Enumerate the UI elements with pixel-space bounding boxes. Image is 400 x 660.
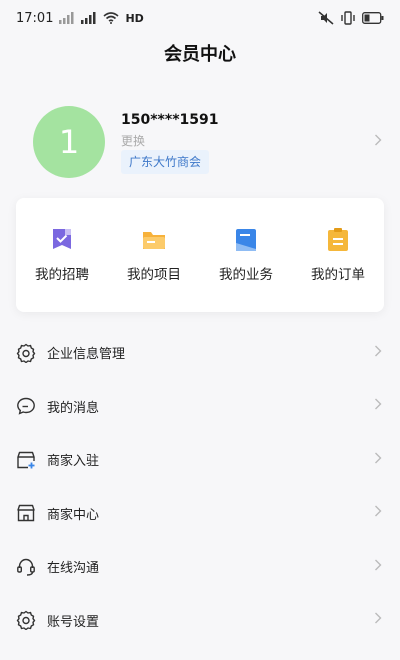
chevron-right-icon	[374, 612, 382, 628]
recruit-icon	[49, 227, 75, 253]
quick-action-label: 我的招聘	[35, 267, 89, 283]
signal-icon-2	[81, 12, 97, 24]
org-badge: 广东大竹商会	[121, 150, 210, 174]
vibrate-icon	[340, 11, 356, 25]
menu-item-label: 商家入驻	[47, 454, 100, 470]
mute-icon	[318, 11, 334, 25]
quick-action-label: 我的订单	[311, 267, 365, 283]
change-link[interactable]: 更换	[121, 132, 145, 149]
message-icon	[16, 396, 36, 416]
settings-icon	[16, 610, 36, 631]
folder-icon	[141, 227, 167, 253]
menu-item-label: 账号设置	[47, 614, 100, 630]
menu-item-online-chat[interactable]: 在线沟通	[0, 540, 400, 594]
menu-item-account-settings[interactable]: 账号设置	[0, 594, 400, 648]
gear-icon	[16, 343, 36, 363]
quick-action-recruit[interactable]: 我的招聘	[17, 227, 107, 283]
menu-item-label: 我的消息	[47, 400, 100, 416]
business-icon	[233, 227, 259, 253]
chevron-right-icon	[374, 345, 382, 361]
quick-action-business[interactable]: 我的业务	[201, 227, 291, 283]
signal-icon	[59, 12, 75, 24]
chevron-right-icon	[374, 134, 382, 150]
quick-action-label: 我的项目	[127, 267, 181, 283]
menu-item-merchant-join[interactable]: 商家入驻	[0, 433, 400, 487]
order-icon	[325, 227, 351, 253]
quick-action-project[interactable]: 我的项目	[109, 227, 199, 283]
menu-item-label: 企业信息管理	[47, 347, 126, 363]
menu-item-label: 在线沟通	[47, 561, 100, 577]
store-icon	[16, 503, 36, 523]
store-add-icon	[16, 450, 36, 470]
wifi-icon	[103, 12, 119, 24]
settings-menu: 企业信息管理 我的消息 商家入驻 商家中心 在线沟通 账号设置	[0, 326, 400, 647]
chevron-right-icon	[374, 398, 382, 414]
menu-item-messages[interactable]: 我的消息	[0, 380, 400, 434]
quick-action-order[interactable]: 我的订单	[293, 227, 383, 283]
menu-item-label: 商家中心	[47, 507, 100, 523]
menu-item-merchant-center[interactable]: 商家中心	[0, 487, 400, 541]
status-bar: 17:01 HD	[0, 0, 400, 36]
profile-section[interactable]: 1 150****1591 更换 广东大竹商会	[0, 96, 400, 191]
network-type: HD	[125, 11, 144, 25]
status-time: 17:01	[16, 10, 54, 26]
quick-action-label: 我的业务	[219, 267, 273, 283]
menu-item-company-info[interactable]: 企业信息管理	[0, 326, 400, 380]
avatar[interactable]: 1	[33, 106, 105, 178]
quick-actions-card: 我的招聘 我的项目 我的业务 我的订单	[16, 198, 384, 312]
user-phone: 150****1591	[121, 112, 219, 128]
battery-icon	[362, 12, 384, 24]
chevron-right-icon	[374, 452, 382, 468]
page-title: 会员中心	[164, 44, 236, 65]
chevron-right-icon	[374, 559, 382, 575]
chevron-right-icon	[374, 505, 382, 521]
headset-icon	[16, 557, 36, 577]
